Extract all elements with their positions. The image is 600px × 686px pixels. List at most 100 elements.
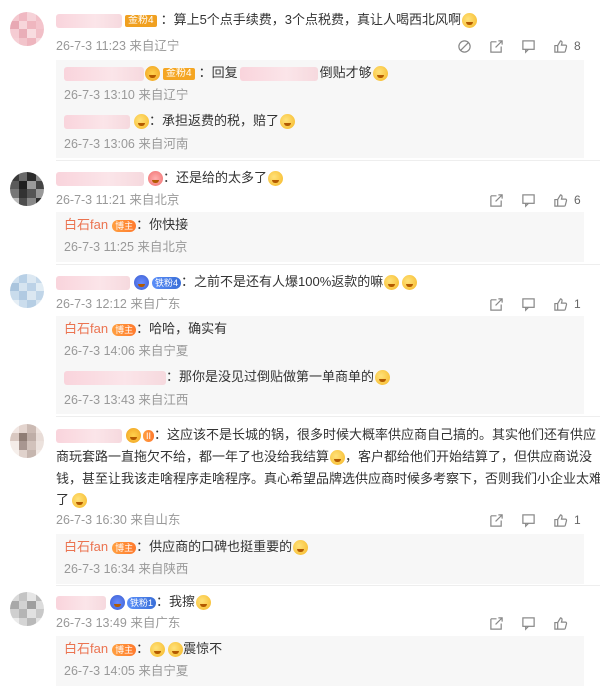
avatar[interactable] [10, 274, 44, 308]
block-icon[interactable] [448, 37, 480, 55]
reply-item: 白石fan 博主 ：供应商的口碑也挺重要的 [64, 538, 309, 556]
emoji-icon [268, 171, 284, 187]
fan-badge[interactable]: 铁粉1 [127, 596, 157, 609]
like-icon[interactable] [544, 191, 576, 209]
username[interactable] [64, 114, 130, 129]
fan-badge[interactable]: 金粉4 [125, 14, 157, 27]
reply-item: 白石fan 博主： 震惊不 [64, 640, 222, 658]
comment-meta: 26-7-3 13:49 来自广东 [56, 616, 181, 630]
fan-badge[interactable]: II [143, 429, 155, 442]
reply-meta: 26-7-3 14:06 来自宁夏 [64, 344, 189, 358]
emoji-icon [72, 493, 88, 509]
blogger-badge: 博主 [112, 323, 137, 336]
comment-icon[interactable] [512, 511, 544, 529]
username[interactable] [56, 275, 130, 290]
comment-actions: 8 [448, 37, 584, 55]
emoji-icon [384, 275, 400, 291]
reply-text: 倒贴才够 [319, 65, 372, 80]
avatar[interactable] [10, 12, 44, 46]
username[interactable] [56, 428, 122, 443]
emoji-icon [168, 642, 184, 658]
mentioned-user[interactable] [239, 66, 318, 81]
share-icon[interactable] [480, 614, 512, 632]
like-icon[interactable] [544, 614, 576, 632]
avatar[interactable] [10, 424, 44, 458]
like-icon[interactable] [544, 37, 576, 55]
comment-body: 金粉4 ：算上5个点手续费，3个点税费，真让人喝西北风啊 [56, 11, 478, 29]
comment-text: ：算上5个点手续费，3个点税费，真让人喝西北风啊 [160, 12, 462, 27]
comment-body: ：还是给的太多了 [56, 169, 284, 187]
author-name[interactable]: 白石fan [64, 321, 108, 336]
username[interactable] [56, 595, 106, 610]
comment-text-line: ，客户都给他们开始结算了，但供应商说没 [345, 449, 593, 464]
comment-text: ：还是给的太多了 [163, 170, 268, 185]
crown-icon [134, 114, 149, 130]
reply-meta: 26-7-3 11:25 来自北京 [64, 240, 188, 254]
reply-item: 白石fan 博主 ：哈哈，确实有 [64, 320, 227, 338]
crown-icon [126, 428, 141, 444]
comment-actions: 1 [480, 511, 584, 529]
username[interactable] [56, 13, 122, 28]
comment-actions: 6 [480, 191, 584, 209]
author-name[interactable]: 白石fan [64, 539, 108, 554]
blogger-badge: 博主 [112, 643, 137, 656]
comment-icon[interactable] [512, 191, 544, 209]
author-name[interactable]: 白石fan [64, 641, 108, 656]
comment-text-line: 钱，甚至让我该走啥程序走啥程序。真心希望品牌选供应商时候多考察下，否则我们小企业… [56, 471, 600, 486]
emoji-icon [196, 595, 212, 611]
reply-text: ：供应商的口碑也挺重要的 [136, 539, 293, 554]
reply-item: ：承担返费的税，赔了 [64, 112, 296, 130]
username[interactable] [64, 370, 166, 385]
share-icon[interactable] [480, 295, 512, 313]
like-count: 1 [574, 513, 581, 527]
avatar[interactable] [10, 172, 44, 206]
emoji-icon [330, 450, 346, 466]
like-icon[interactable] [544, 511, 576, 529]
comment-text: ：我擦 [156, 594, 196, 609]
comment-meta: 26-7-3 12:12 来自广东 [56, 297, 181, 311]
like-count: 6 [574, 193, 581, 207]
blogger-badge: 博主 [112, 219, 137, 232]
reply-meta: 26-7-3 16:34 来自陕西 [64, 562, 189, 576]
reply-item: ：那你是没见过倒贴做第一单商单的 [64, 368, 391, 386]
username[interactable] [64, 66, 144, 81]
reply-meta: 26-7-3 13:43 来自江西 [64, 393, 189, 407]
reply-item: 白石fan 博主 ：你快接 [64, 216, 188, 234]
comment-actions: 1 [480, 295, 584, 313]
comment-icon[interactable] [512, 295, 544, 313]
emoji-icon [375, 370, 391, 386]
username[interactable] [56, 171, 144, 186]
avatar[interactable] [10, 592, 44, 626]
comment-text-line: 商玩套路一直拖欠不给，都一年了也没给我结算 [56, 449, 330, 464]
comment-body: 了 [56, 491, 88, 509]
crown-icon [148, 171, 163, 187]
reply-list: 白石fan 博主 ：你快接 26-7-3 11:25 来自北京 [56, 212, 584, 262]
crown-icon [145, 66, 160, 82]
comment-text-line: 了 [56, 492, 70, 507]
emoji-icon [462, 13, 478, 29]
share-icon[interactable] [480, 37, 512, 55]
comment-body: 铁粉4 ：之前不是还有人爆100%返款的嘛 [56, 273, 418, 291]
fan-badge[interactable]: 铁粉4 [152, 276, 182, 289]
reply-list: 白石fan 博主： 震惊不 26-7-3 14:05 来自宁夏 [56, 636, 584, 686]
comment-icon[interactable] [512, 37, 544, 55]
comment-meta: 26-7-3 16:30 来自山东 [56, 513, 181, 527]
crown-icon [134, 275, 149, 291]
reply-text: ： [136, 641, 150, 656]
divider [56, 585, 600, 586]
share-icon[interactable] [480, 511, 512, 529]
reply-meta: 26-7-3 13:10 来自辽宁 [64, 88, 189, 102]
reply-list: 白石fan 博主 ：供应商的口碑也挺重要的 26-7-3 16:34 来自陕西 [56, 534, 584, 584]
share-icon[interactable] [480, 191, 512, 209]
like-icon[interactable] [544, 295, 576, 313]
reply-text: ：那你是没见过倒贴做第一单商单的 [166, 369, 375, 384]
divider [56, 416, 600, 417]
comment-body: 铁粉1 ：我擦 [56, 593, 212, 611]
comment-icon[interactable] [512, 614, 544, 632]
author-name[interactable]: 白石fan [64, 217, 108, 232]
reply-text: ：承担返费的税，赔了 [149, 113, 280, 128]
reply-list: 金粉4 ：回复 倒贴才够 26-7-3 13:10 来自辽宁 ：承担返费的税，赔了 … [56, 60, 584, 158]
fan-badge[interactable]: 金粉4 [163, 67, 195, 80]
reply-text: 震惊不 [183, 641, 223, 656]
blogger-badge: 博主 [112, 541, 137, 554]
